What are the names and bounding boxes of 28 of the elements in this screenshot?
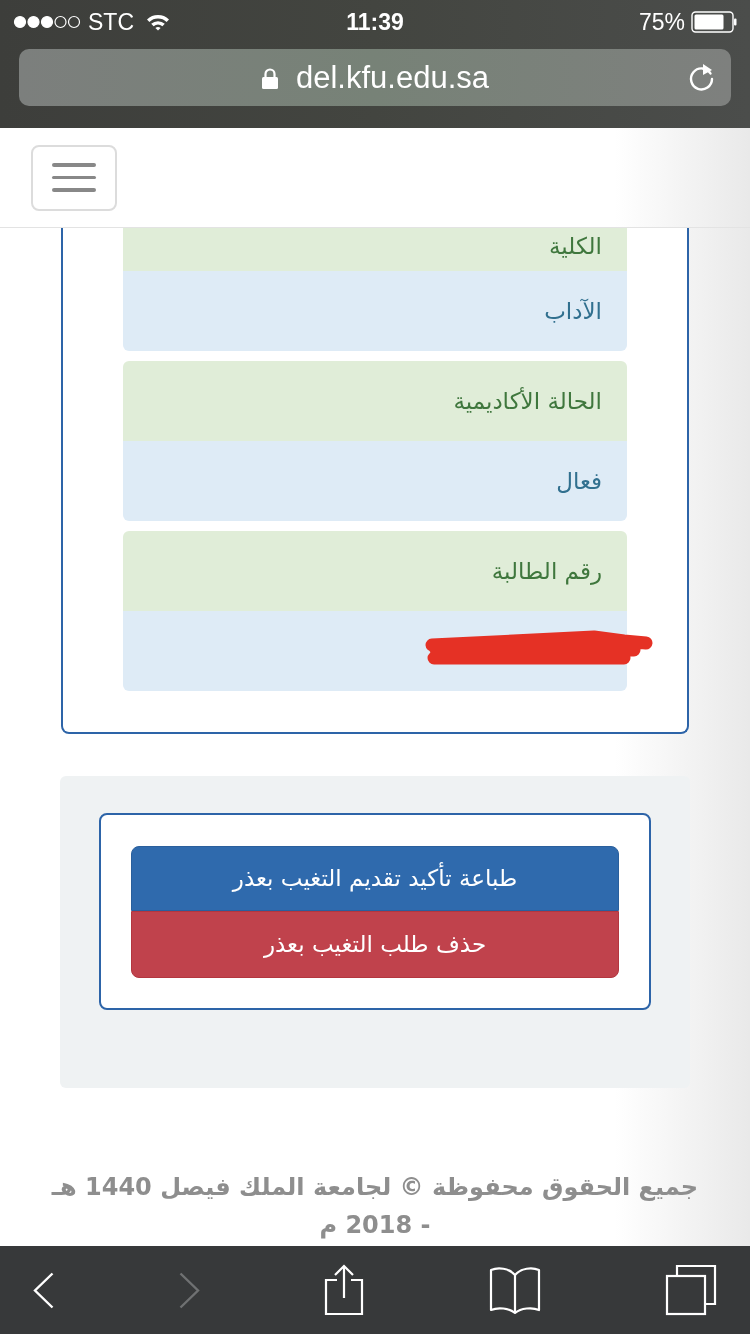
reload-icon[interactable] [688, 62, 716, 92]
wifi-icon [146, 13, 170, 31]
lock-icon [261, 66, 279, 89]
field-label: الكلية [549, 232, 602, 261]
url-text: del.kfu.edu.sa [296, 62, 489, 93]
field-value: الآداب [544, 297, 602, 326]
tabs-button[interactable] [665, 1264, 717, 1316]
battery-icon [691, 11, 737, 33]
field-label: الحالة الأكاديمية [453, 386, 602, 416]
field-label: رقم الطالبة [491, 557, 602, 587]
menu-button[interactable] [31, 144, 117, 211]
bookmarks-button[interactable] [488, 1266, 541, 1314]
book-icon [488, 1266, 541, 1314]
copyright-text: جميع الحقوق محفوظة © لجامعة الملك فيصل 1440 هـ - 2018 م [50, 1172, 700, 1241]
back-button[interactable] [33, 1271, 54, 1309]
address-field[interactable]: del.kfu.edu.sa [19, 49, 731, 106]
carrier-name: STC [88, 10, 134, 34]
action-button[interactable]: حذف طلب التغيب بعذر [131, 911, 619, 978]
clock-time: 11:39 [346, 10, 404, 34]
battery-percent: 75% [638, 10, 685, 34]
field-value: فعال [556, 467, 602, 496]
tabs-icon [665, 1264, 717, 1316]
share-button[interactable] [324, 1264, 364, 1316]
forward-chevron-icon [178, 1271, 200, 1309]
share-icon [324, 1264, 364, 1316]
signal-dots-icon [13, 15, 81, 29]
action-button[interactable]: طباعة تأكيد تقديم التغيب بعذر [131, 846, 619, 911]
back-chevron-icon [33, 1271, 54, 1309]
